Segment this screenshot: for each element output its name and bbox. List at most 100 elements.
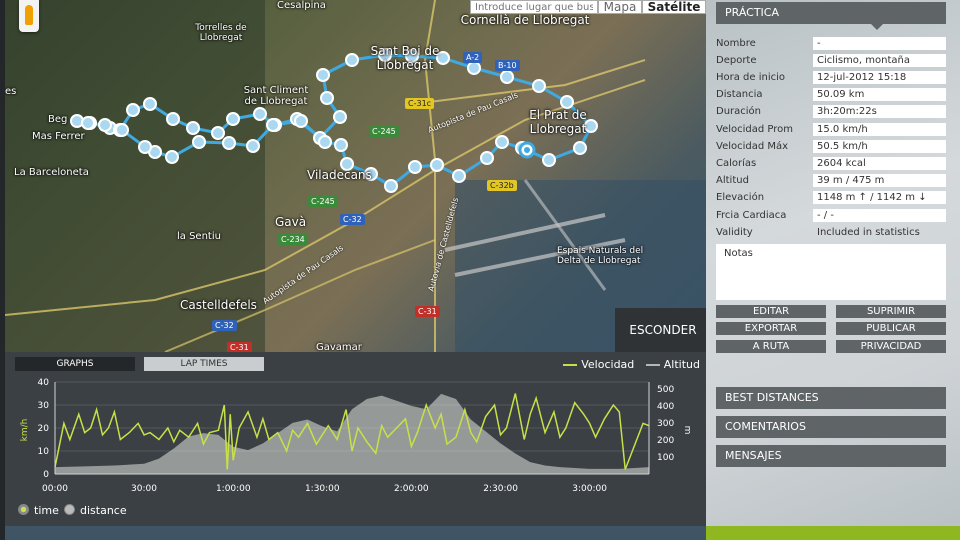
y-left-axis-label: km/h (20, 419, 30, 442)
y-right-axis-label: m (682, 426, 692, 435)
route-point[interactable] (222, 136, 236, 150)
route-point[interactable] (334, 138, 348, 152)
x-tick-label: 2:30:00 (483, 484, 518, 494)
detail-value: - / - (813, 209, 946, 222)
route-point[interactable] (542, 153, 556, 167)
map-label: Gavà (275, 215, 307, 229)
detail-value: Ciclismo, montaña (813, 54, 946, 67)
detail-value: 50.09 km (813, 88, 946, 101)
detail-value: Included in statistics (817, 227, 920, 238)
route-point[interactable] (143, 97, 157, 111)
detail-value: 15.0 km/h (813, 123, 946, 136)
map-label: Gavamar (316, 342, 362, 352)
map-label: Sant Climent de Llobregat (243, 85, 309, 107)
route-point[interactable] (532, 79, 546, 93)
practice-panel: PRÁCTICA Nombre - Deporte Ciclismo, montaña… (706, 0, 960, 540)
map-type-satellite-button[interactable]: Satélite (642, 0, 706, 14)
road-shield: C-31 (227, 342, 252, 352)
privacy-button[interactable]: PRIVACIDAD (836, 340, 946, 353)
route-point[interactable] (500, 70, 514, 84)
route-point[interactable] (226, 112, 240, 126)
route-point[interactable] (430, 158, 444, 172)
best-distances-section[interactable]: BEST DISTANCES (716, 387, 946, 409)
route-point[interactable] (211, 126, 225, 140)
y-right-tick-label: 500 (657, 385, 674, 395)
delete-button[interactable]: SUPRIMIR (836, 305, 946, 318)
route-point[interactable] (316, 68, 330, 82)
route-point[interactable] (192, 135, 206, 149)
route-point[interactable] (333, 110, 347, 124)
export-button[interactable]: EXPORTAR (716, 322, 826, 335)
road-shield: C-31c (405, 98, 435, 109)
route-point[interactable] (573, 141, 587, 155)
app-root: Cesalpina Torrelles de Llobregat Cornell… (0, 0, 960, 540)
practice-header: PRÁCTICA (716, 2, 946, 30)
edit-button[interactable]: EDITAR (716, 305, 826, 318)
route-point[interactable] (186, 121, 200, 135)
route-point[interactable] (320, 91, 334, 105)
x-axis-distance-radio[interactable]: distance (64, 504, 127, 517)
road-shield: A-2 (463, 52, 483, 63)
tab-lap-times[interactable]: LAP TIMES (144, 357, 264, 371)
road-shield: C-32 (212, 320, 237, 331)
hide-map-button[interactable]: ESCONDER (615, 308, 706, 352)
map-view[interactable]: Cesalpina Torrelles de Llobregat Cornell… (5, 0, 706, 352)
route-point[interactable] (253, 107, 267, 121)
x-axis-time-radio[interactable]: time (18, 504, 59, 517)
street-view-pegman-icon[interactable] (19, 0, 39, 32)
road-shield: C-234 (278, 234, 308, 245)
map-label: es (5, 86, 17, 97)
route-point[interactable] (70, 114, 84, 128)
route-point[interactable] (165, 150, 179, 164)
route-point[interactable] (81, 116, 95, 130)
route-point[interactable] (246, 139, 260, 153)
map-label: Torrelles de Llobregat (195, 23, 247, 43)
route-point[interactable] (480, 151, 494, 165)
publish-button[interactable]: PUBLICAR (836, 322, 946, 335)
y-right-tick-label: 100 (657, 453, 674, 463)
route-point[interactable] (266, 118, 280, 132)
route-point[interactable] (467, 61, 481, 75)
map-label: Beg (48, 114, 68, 125)
y-left-tick-label: 30 (38, 401, 50, 411)
map-label: Espais Naturals del Delta de Llobregat (557, 246, 644, 266)
road-shield: C-32 (340, 214, 365, 225)
to-route-button[interactable]: A RUTA (716, 340, 826, 353)
messages-section[interactable]: MENSAJES (716, 445, 946, 467)
panel-footer-bar (706, 526, 960, 540)
map-type-map-button[interactable]: Mapa (598, 0, 642, 14)
comments-section[interactable]: COMENTARIOS (716, 416, 946, 438)
route-point[interactable] (384, 179, 398, 193)
route-point[interactable] (126, 103, 140, 117)
road-shield: B-10 (495, 60, 520, 71)
y-left-tick-label: 10 (38, 447, 50, 457)
route-point[interactable] (560, 95, 574, 109)
radio-label: time (34, 504, 59, 517)
route-point[interactable] (452, 169, 466, 183)
detail-label: Altitud (716, 175, 749, 186)
route-point[interactable] (408, 160, 422, 174)
detail-label: Velocidad Máx (716, 141, 789, 152)
route-point[interactable] (98, 118, 112, 132)
road-shield: C-245 (308, 196, 338, 207)
detail-value: - (813, 37, 946, 50)
tab-graphs[interactable]: GRAPHS (15, 357, 135, 371)
route-point[interactable] (138, 140, 152, 154)
detail-label: Hora de inicio (716, 72, 786, 83)
detail-value: 12-jul-2012 15:18 (813, 71, 946, 84)
route-point[interactable] (294, 114, 308, 128)
map-label: El Prat de Llobregat (529, 108, 587, 136)
x-tick-label: 2:00:00 (394, 484, 429, 494)
detail-label: Distancia (716, 89, 763, 100)
detail-label: Calorías (716, 158, 757, 169)
route-point[interactable] (115, 123, 129, 137)
map-search-input[interactable] (470, 0, 598, 14)
route-point[interactable] (166, 112, 180, 126)
road-shield: C-245 (369, 126, 399, 137)
map-label: Viladecans (307, 168, 372, 182)
notes-field[interactable]: Notas (716, 244, 946, 300)
route-point[interactable] (318, 135, 332, 149)
detail-value: 50.5 km/h (813, 140, 946, 153)
route-point[interactable] (345, 53, 359, 67)
route-point[interactable] (495, 135, 509, 149)
